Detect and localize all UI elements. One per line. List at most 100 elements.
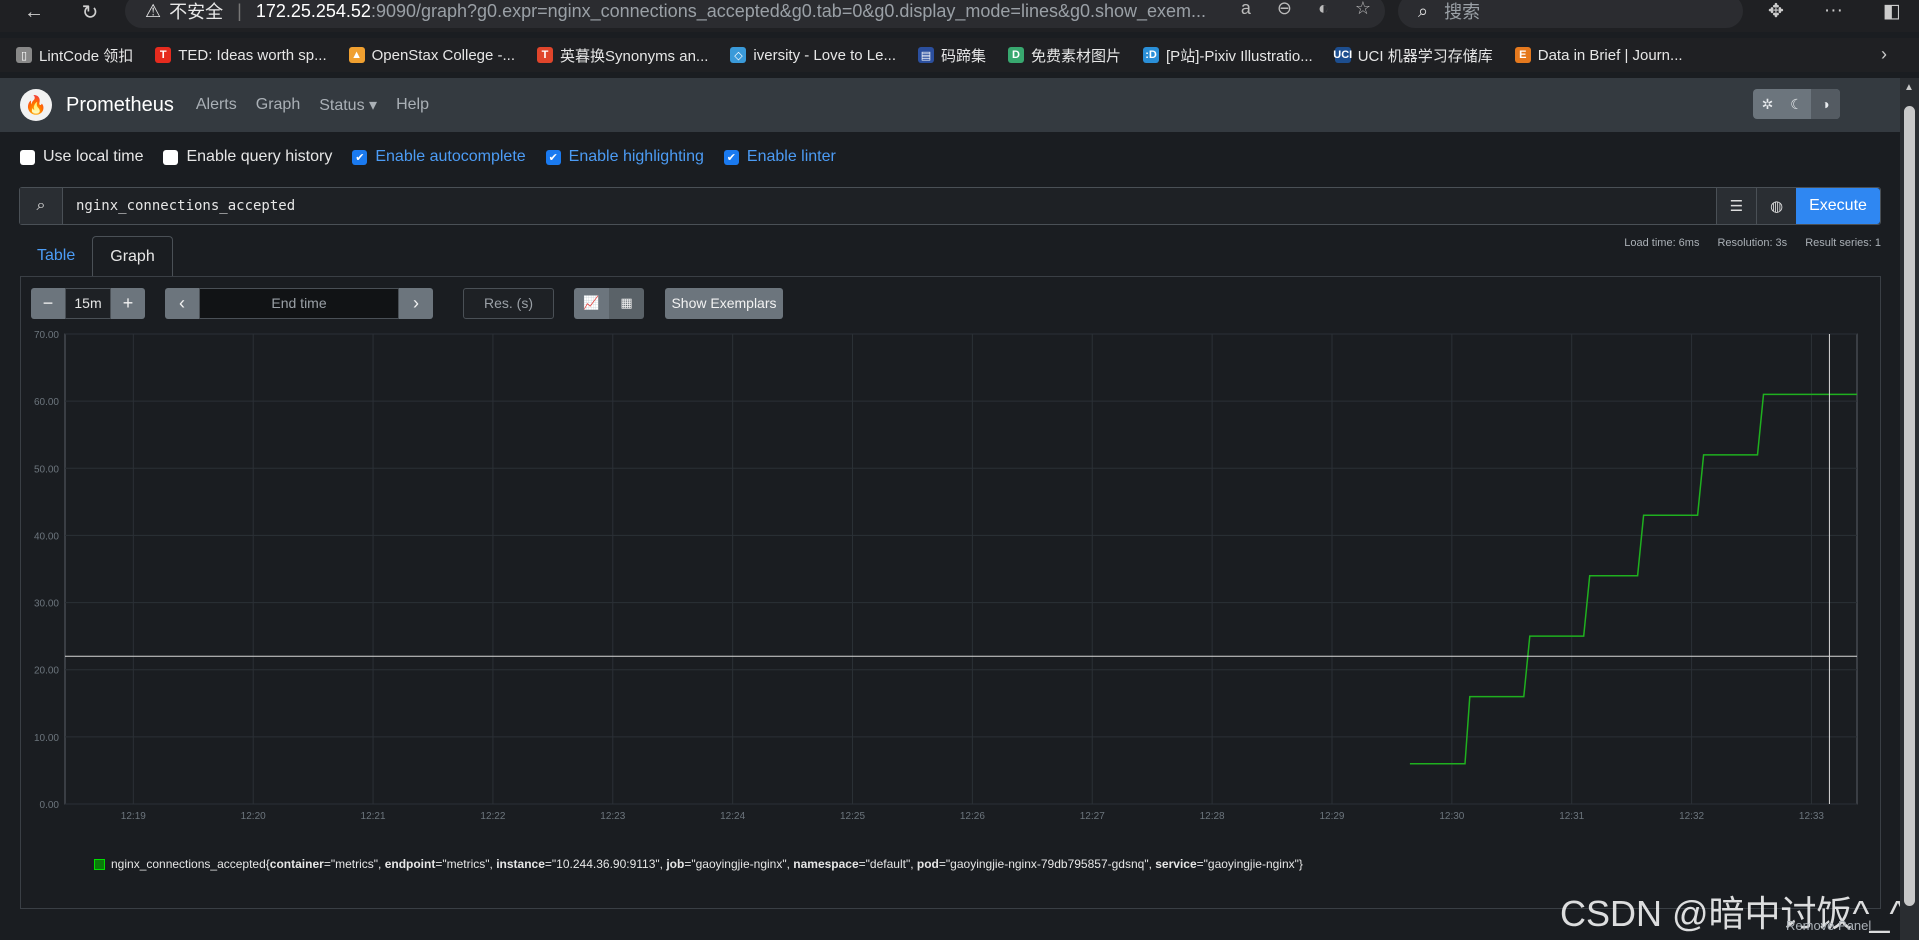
show-exemplars-button[interactable]: Show Exemplars (665, 287, 783, 319)
theme-toggle: ✲ ☾ ◑ (1753, 89, 1840, 119)
scroll-thumb[interactable] (1904, 106, 1915, 906)
brand[interactable]: Prometheus (66, 94, 174, 117)
reload-icon[interactable]: ↻ (70, 0, 110, 28)
legend-metric: nginx_connections_accepted{ (111, 857, 270, 871)
query-options: Use local time Enable query history ✔ Enabl… (20, 148, 856, 166)
page-scrollbar[interactable]: ▲ (1900, 78, 1919, 940)
dark-theme-icon[interactable]: ☾ (1782, 89, 1811, 119)
option-enable-autocomplete[interactable]: ✔ Enable autocomplete (352, 148, 526, 166)
bookmark-label: 英暮换Synonyms an... (560, 47, 709, 65)
bookmark-label: iversity - Love to Le... (753, 46, 896, 64)
url-path: :9090/graph?g0.expr=nginx_connections_ac… (370, 0, 1207, 21)
bookmark-favicon-icon: T (155, 47, 172, 63)
x-tick-label: 12:29 (1319, 811, 1344, 822)
chart-legend[interactable]: nginx_connections_accepted{container="me… (94, 857, 1303, 871)
chart-svg[interactable]: 0.00 10.00 20.00 30.00 40.00 50.00 60.00 70.00 1… (20, 326, 1880, 826)
insecure-label: 不安全 (169, 2, 224, 22)
sidebar-icon[interactable]: ◧ (1883, 0, 1901, 23)
x-tick-label: 12:23 (600, 811, 625, 822)
stacked-chart-button[interactable]: ▦ (609, 287, 644, 319)
remove-panel-link[interactable]: Remove Panel (1786, 918, 1871, 933)
checkbox[interactable] (20, 149, 35, 165)
light-theme-icon[interactable]: ✲ (1753, 89, 1782, 119)
previous-time-button[interactable]: ‹ (165, 287, 199, 319)
bookmark-favicon-icon: ▤ (917, 47, 934, 63)
nav-graph[interactable]: Graph (256, 96, 300, 114)
metrics-explorer-icon[interactable]: ◍ (1756, 188, 1796, 224)
legend-label-key: instance (496, 857, 545, 871)
x-tick-label: 12:32 (1679, 811, 1704, 822)
tab-graph[interactable]: Graph (92, 236, 173, 276)
legend-equals: = (323, 857, 331, 871)
address-bar[interactable]: ⚠ 不安全 | 172.25.254.52 :9090/graph?g0.exp… (125, 0, 1385, 28)
scroll-up-icon[interactable]: ▲ (1904, 82, 1914, 93)
legend-label-value: "10.244.36.90:9113" (551, 857, 660, 871)
url-host: 172.25.254.52 (255, 0, 371, 21)
legend-label-key: job (666, 857, 685, 871)
bookmark-favicon-icon: ◇ (730, 47, 747, 63)
y-tick-label: 20.00 (34, 666, 59, 677)
legend-label-key: service (1155, 857, 1197, 871)
browser-search-box[interactable]: ⌕ 搜索 (1398, 0, 1743, 28)
nav-alerts[interactable]: Alerts (196, 96, 237, 114)
format-expression-icon[interactable]: ☰ (1716, 188, 1756, 224)
bookmark-label: [P站]-Pixiv Illustratio... (1166, 47, 1313, 65)
legend-swatch[interactable] (94, 858, 105, 870)
favorite-star-icon[interactable]: ☆ (1355, 0, 1371, 19)
end-time-input[interactable]: End time (199, 287, 399, 319)
bookmark-item[interactable]: T TED: Ideas worth sp... (155, 47, 327, 64)
resolution-input[interactable]: Res. (s) (463, 287, 554, 319)
option-label: Enable linter (746, 148, 836, 165)
tab-table[interactable]: Table (20, 236, 92, 276)
edge-icon[interactable]: ◐ (1318, 0, 1329, 19)
legend-label-key: namespace (793, 857, 859, 871)
execute-button[interactable]: Execute (1796, 188, 1880, 224)
checkbox[interactable]: ✔ (723, 149, 739, 165)
legend-labels: container="metrics", endpoint="metrics",… (270, 857, 1299, 871)
read-aloud-icon[interactable]: a (1241, 0, 1251, 19)
bookmark-item[interactable]: D 免费素材图片 (1008, 45, 1121, 66)
nav-help[interactable]: Help (396, 96, 429, 114)
bookmark-item[interactable]: UCI UCI 机器学习存储库 (1333, 45, 1493, 66)
auto-theme-icon[interactable]: ◑ (1811, 89, 1840, 119)
next-time-button[interactable]: › (399, 287, 433, 319)
extensions-icon[interactable]: ✥ (1768, 0, 1784, 23)
bookmark-label: OpenStax College -... (371, 46, 516, 64)
back-icon[interactable]: ← (14, 0, 54, 28)
legend-label-key: endpoint (384, 857, 436, 871)
search-icon: ⌕ (1418, 0, 1429, 21)
decrease-range-button[interactable]: − (31, 287, 65, 319)
y-tick-label: 70.00 (34, 330, 59, 341)
bookmark-item[interactable]: ▲ OpenStax College -... (348, 46, 516, 64)
x-tick-label: 12:21 (361, 811, 386, 822)
unstacked-chart-button[interactable]: 📈 (574, 287, 609, 319)
zoom-out-icon[interactable]: ⊖ (1277, 0, 1292, 19)
expression-bar: ⌕ nginx_connections_accepted ☰ ◍ Execute (19, 187, 1881, 225)
bookmark-item[interactable]: :D [P站]-Pixiv Illustratio... (1143, 45, 1313, 66)
option-enable-query-history[interactable]: Enable query history (163, 148, 332, 166)
bookmarks-more-icon[interactable]: › (1881, 44, 1887, 65)
increase-range-button[interactable]: + (111, 287, 145, 319)
bookmark-favicon-icon: UCI (1333, 47, 1353, 63)
option-enable-linter[interactable]: ✔ Enable linter (723, 148, 836, 166)
legend-label-key: container (269, 857, 324, 871)
nav-status[interactable]: Status ▾ (319, 95, 377, 115)
checkbox[interactable]: ✔ (545, 149, 561, 165)
y-tick-label: 30.00 (34, 599, 59, 610)
option-enable-highlighting[interactable]: ✔ Enable highlighting (545, 148, 704, 166)
legend-label-value: "metrics" (330, 857, 379, 871)
prometheus-logo-icon[interactable]: 🔥 (20, 89, 52, 121)
graph-chart[interactable]: 0.00 10.00 20.00 30.00 40.00 50.00 60.00 70.00 1… (20, 326, 1880, 826)
more-menu-icon[interactable]: ··· (1824, 0, 1843, 23)
expression-input[interactable]: nginx_connections_accepted (63, 188, 1716, 224)
query-stats: Load time: 6ms Resolution: 3s Result ser… (1624, 237, 1881, 249)
bookmark-item[interactable]: ▯ LintCode 领扣 (16, 45, 133, 66)
checkbox[interactable] (163, 149, 179, 165)
bookmark-item[interactable]: ◇ iversity - Love to Le... (730, 47, 896, 64)
bookmark-item[interactable]: T 英暮换Synonyms an... (537, 45, 708, 66)
option-use-local-time[interactable]: Use local time (20, 148, 143, 166)
bookmark-item[interactable]: ▤ 码蹄集 (917, 45, 986, 66)
range-input[interactable]: 15m (65, 287, 111, 319)
bookmark-item[interactable]: E Data in Brief | Journ... (1514, 47, 1683, 64)
checkbox[interactable]: ✔ (352, 149, 368, 165)
